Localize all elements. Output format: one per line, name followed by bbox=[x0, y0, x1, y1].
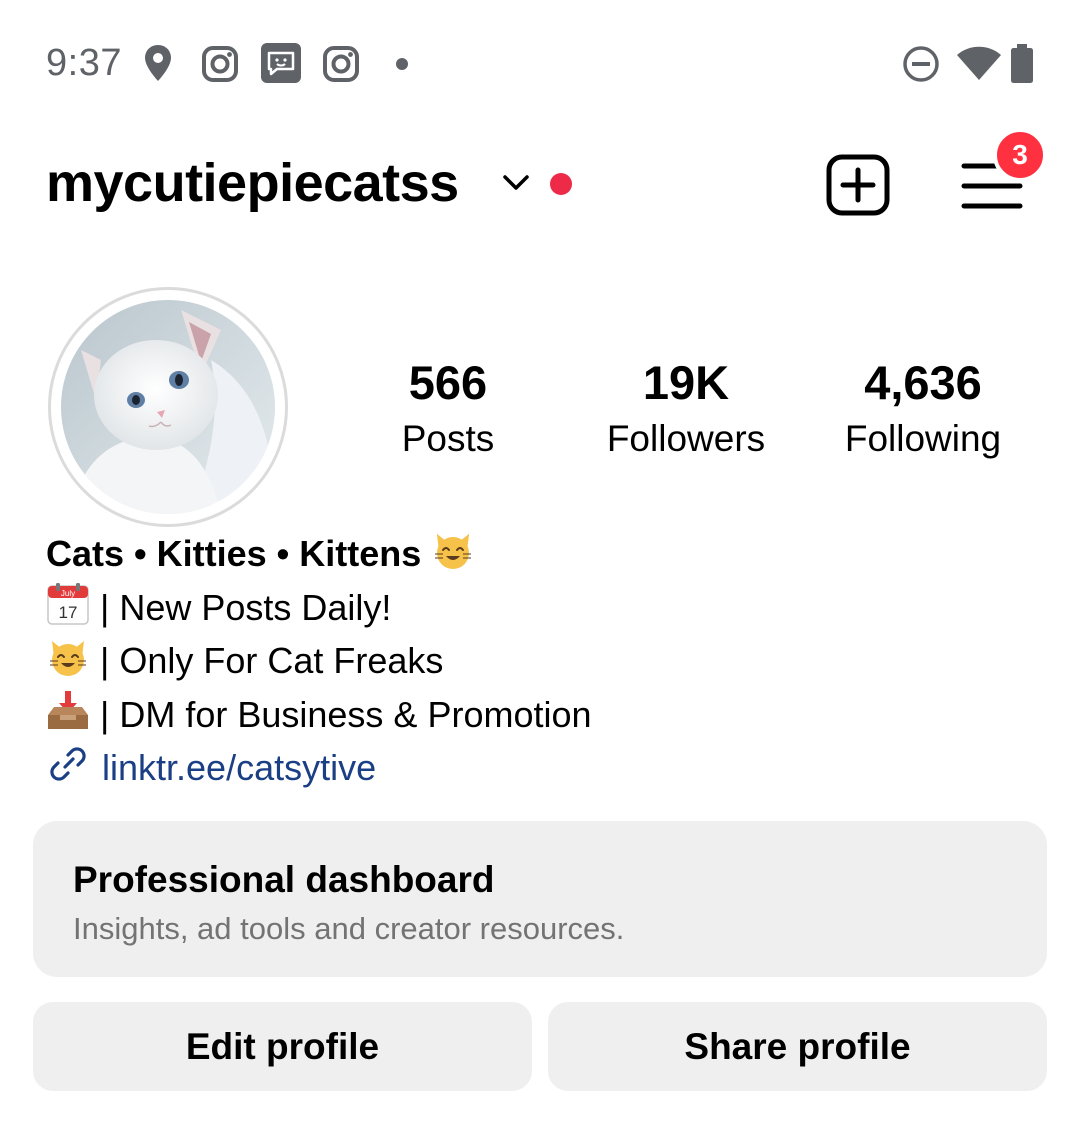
stat-followers[interactable]: 19K Followers bbox=[576, 355, 796, 467]
chevron-down-icon[interactable] bbox=[502, 174, 530, 192]
dashboard-subtitle: Insights, ad tools and creator resources… bbox=[73, 911, 625, 946]
cat-face-emoji-icon bbox=[435, 534, 472, 569]
bio-line-2: | Only For Cat Freaks bbox=[46, 635, 1026, 689]
cat-face-emoji-icon bbox=[50, 641, 86, 676]
stat-following[interactable]: 4,636 Following bbox=[813, 355, 1033, 467]
posts-label: Posts bbox=[401, 418, 495, 459]
notification-badge: 3 bbox=[993, 128, 1047, 182]
stat-posts[interactable]: 566 Posts bbox=[338, 355, 558, 467]
share-profile-button[interactable]: Share profile bbox=[548, 1002, 1047, 1091]
unread-dot bbox=[550, 173, 572, 195]
followers-count: 19K bbox=[642, 356, 730, 409]
status-bar: 9:37 bbox=[0, 0, 1080, 128]
location-icon bbox=[145, 45, 171, 81]
kitten-photo bbox=[61, 300, 275, 514]
instagram-icon bbox=[323, 46, 359, 82]
edit-profile-button[interactable]: Edit profile bbox=[33, 1002, 532, 1091]
calendar-month: July bbox=[61, 589, 75, 598]
display-name: Cats • Kitties • Kittens bbox=[46, 533, 422, 574]
bio-name-line: Cats • Kitties • Kittens bbox=[46, 528, 1026, 582]
bio-line-1: July 17 | New Posts Daily! bbox=[46, 582, 1026, 636]
profile-avatar[interactable] bbox=[48, 287, 288, 527]
inbox-tray-emoji-icon bbox=[48, 690, 88, 729]
following-label: Following bbox=[844, 418, 1002, 459]
do-not-disturb-icon bbox=[903, 46, 939, 82]
battery-icon bbox=[1011, 44, 1033, 83]
bio-text-2: | Only For Cat Freaks bbox=[100, 640, 444, 681]
avatar bbox=[61, 300, 275, 514]
status-time: 9:37 bbox=[46, 42, 122, 84]
link-icon bbox=[50, 747, 86, 781]
bio: Cats • Kitties • Kittens July 17 | New P… bbox=[46, 528, 1026, 796]
instagram-icon bbox=[202, 46, 238, 82]
followers-label: Followers bbox=[606, 418, 766, 459]
professional-dashboard-card[interactable]: Professional dashboard Insights, ad tool… bbox=[33, 821, 1047, 977]
calendar-emoji-icon: July 17 bbox=[47, 582, 89, 625]
bio-link[interactable]: linktr.ee/catsytive bbox=[102, 747, 376, 788]
dashboard-title: Professional dashboard bbox=[73, 859, 495, 900]
wifi-icon bbox=[957, 46, 1001, 80]
bio-text-3: | DM for Business & Promotion bbox=[100, 693, 592, 735]
bio-text-1: | New Posts Daily! bbox=[100, 586, 392, 628]
messages-icon bbox=[261, 43, 301, 83]
notification-dot bbox=[396, 58, 408, 70]
following-count: 4,636 bbox=[864, 356, 982, 409]
profile-screen: 9:37 mycutiepiecatss 3 566 Posts 19K Fol… bbox=[0, 0, 1080, 1127]
bio-link-line: linktr.ee/catsytive bbox=[46, 742, 1026, 796]
username-switcher[interactable]: mycutiepiecatss bbox=[46, 152, 459, 214]
bio-line-3: | DM for Business & Promotion bbox=[46, 689, 1026, 743]
posts-count: 566 bbox=[408, 356, 488, 409]
create-post-icon[interactable] bbox=[826, 154, 890, 216]
calendar-day: 17 bbox=[59, 603, 78, 622]
